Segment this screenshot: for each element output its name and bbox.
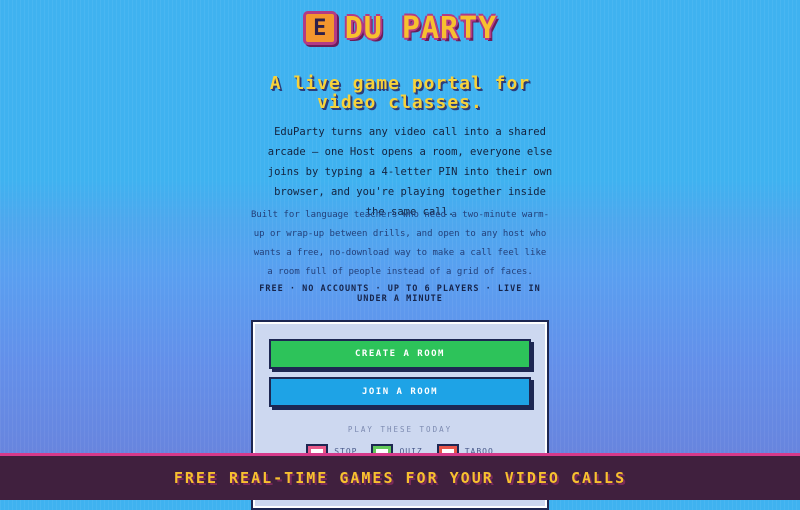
bottom-banner: FREE REAL-TIME GAMES FOR YOUR VIDEO CALL… <box>0 453 800 500</box>
sub-paragraph: Built for language teachers who need a t… <box>250 210 549 277</box>
logo-text: DU PARTY <box>344 10 498 46</box>
app-logo: E DU PARTY <box>0 10 800 46</box>
play-these-label: PLAY THESE TODAY <box>347 425 453 434</box>
headline-line-2: video classes. <box>317 92 483 113</box>
join-room-button[interactable]: JOIN A ROOM <box>269 377 531 407</box>
logo-badge-icon: E <box>302 11 337 45</box>
page-headline: A live game portal for video classes. <box>0 74 800 112</box>
feature-tags: FREE · NO ACCOUNTS · UP TO 6 PLAYERS · L… <box>259 284 541 304</box>
headline-line-1: A live game portal for <box>269 73 531 94</box>
create-room-button[interactable]: CREATE A ROOM <box>269 339 531 369</box>
banner-text: FREE REAL-TIME GAMES FOR YOUR VIDEO CALL… <box>173 469 627 487</box>
